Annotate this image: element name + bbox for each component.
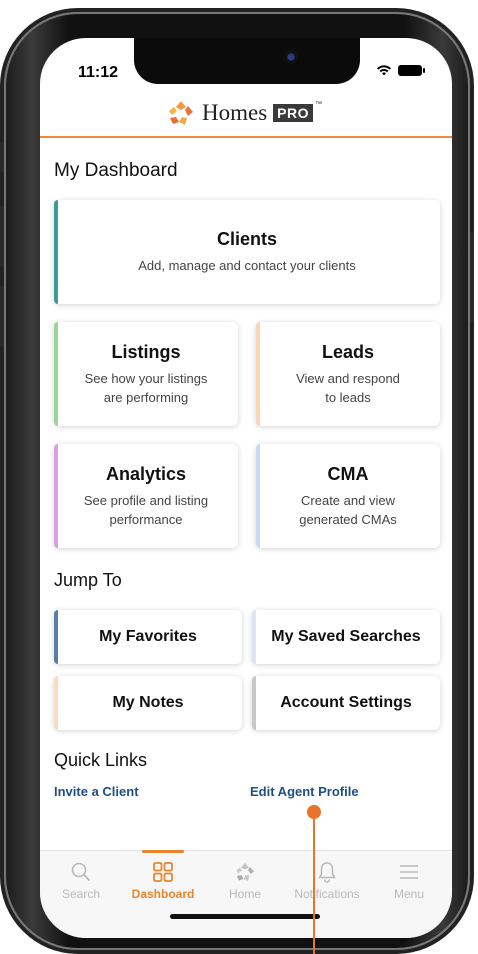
cma-title: CMA <box>327 463 369 484</box>
listings-card[interactable]: Listings See how your listings are perfo… <box>54 322 238 426</box>
tab-home[interactable]: Home <box>204 851 286 911</box>
account-settings-label: Account Settings <box>280 694 412 711</box>
battery-icon <box>398 64 425 76</box>
clients-accent <box>54 200 58 304</box>
wifi-icon <box>377 65 391 76</box>
callout-pointer-line <box>313 818 315 954</box>
homes-logo-icon <box>236 863 254 881</box>
clients-subtitle: Add, manage and contact your clients <box>138 258 356 273</box>
cma-card[interactable]: CMA Create and view generated CMAs <box>256 444 440 548</box>
dashboard-title: My Dashboard <box>54 160 178 181</box>
analytics-card[interactable]: Analytics See profile and listing perfor… <box>54 444 238 548</box>
listings-accent <box>54 322 58 426</box>
menu-icon <box>400 865 418 879</box>
quick-links-title: Quick Links <box>54 750 148 770</box>
brand-name: Homes <box>201 100 268 125</box>
front-camera <box>284 50 298 64</box>
analytics-subtitle-line1: See profile and listing <box>83 492 209 508</box>
clients-card[interactable]: Clients Add, manage and contact your cli… <box>54 200 440 304</box>
my-notes-button[interactable]: My Notes <box>54 676 242 730</box>
status-time: 11:12 <box>78 64 119 81</box>
cma-accent <box>256 444 260 548</box>
brand-trademark: ™ <box>315 100 322 108</box>
account-settings-button[interactable]: Account Settings <box>252 676 440 730</box>
my-favorites-button[interactable]: My Favorites <box>54 610 242 664</box>
leads-subtitle-line1: View and respond <box>296 370 400 386</box>
tab-dashboard[interactable]: Dashboard <box>122 850 204 911</box>
edit-agent-profile-link[interactable]: Edit Agent Profile <box>250 784 359 799</box>
bell-icon <box>318 862 336 883</box>
homes-logo-icon <box>168 101 193 125</box>
home-indicator <box>170 914 320 919</box>
my-favorites-label: My Favorites <box>99 628 197 645</box>
favorites-accent <box>54 610 58 664</box>
listings-subtitle-line2: are performing <box>103 389 189 405</box>
mute-switch <box>0 142 4 172</box>
tab-home-label: Home <box>228 887 261 901</box>
my-saved-searches-label: My Saved Searches <box>271 628 421 645</box>
my-saved-searches-button[interactable]: My Saved Searches <box>252 610 440 664</box>
tab-menu-label: Menu <box>393 887 425 901</box>
invite-client-link[interactable]: Invite a Client <box>54 784 139 799</box>
dashboard-grid-icon <box>153 862 173 882</box>
tab-search[interactable]: Search <box>40 851 122 911</box>
listings-subtitle-line1: See how your listings <box>84 370 208 386</box>
account-settings-accent <box>252 676 256 730</box>
leads-title: Leads <box>321 341 375 362</box>
analytics-title: Analytics <box>105 463 187 484</box>
search-icon <box>71 862 91 882</box>
analytics-accent <box>54 444 58 548</box>
saved-searches-accent <box>252 610 256 664</box>
leads-card[interactable]: Leads View and respond to leads <box>256 322 440 426</box>
leads-subtitle-line2: to leads <box>325 389 371 405</box>
tab-notifications[interactable]: Notifications <box>286 851 368 911</box>
jump-to-title: Jump To <box>54 570 122 590</box>
phone-frame: 11:12 Homes PRO ™ My Dashboard Clients A… <box>0 12 474 950</box>
tab-dashboard-label: Dashboard <box>131 887 195 901</box>
tab-search-label: Search <box>61 887 101 901</box>
clients-title: Clients <box>216 229 277 249</box>
callout-pointer-dot <box>307 805 321 819</box>
my-notes-label: My Notes <box>112 694 184 711</box>
notes-accent <box>54 676 58 730</box>
power-button <box>470 232 474 322</box>
analytics-subtitle-line2: performance <box>109 511 183 527</box>
brand-header: Homes PRO ™ <box>40 90 452 138</box>
volume-down-button <box>0 287 4 347</box>
bottom-tab-bar: Search Dashboard Home Notifications Menu <box>40 850 452 938</box>
notch <box>134 38 360 84</box>
tab-notifications-label: Notifications <box>294 887 360 901</box>
cma-subtitle-line2: generated CMAs <box>299 511 397 527</box>
cma-subtitle-line1: Create and view <box>301 492 395 508</box>
leads-accent <box>256 322 260 426</box>
volume-up-button <box>0 207 4 267</box>
status-icons <box>376 64 425 76</box>
app-screen: 11:12 Homes PRO ™ My Dashboard Clients A… <box>40 38 452 938</box>
tab-menu[interactable]: Menu <box>368 851 450 911</box>
brand-pro-badge: PRO <box>273 104 313 122</box>
listings-title: Listings <box>111 341 181 362</box>
